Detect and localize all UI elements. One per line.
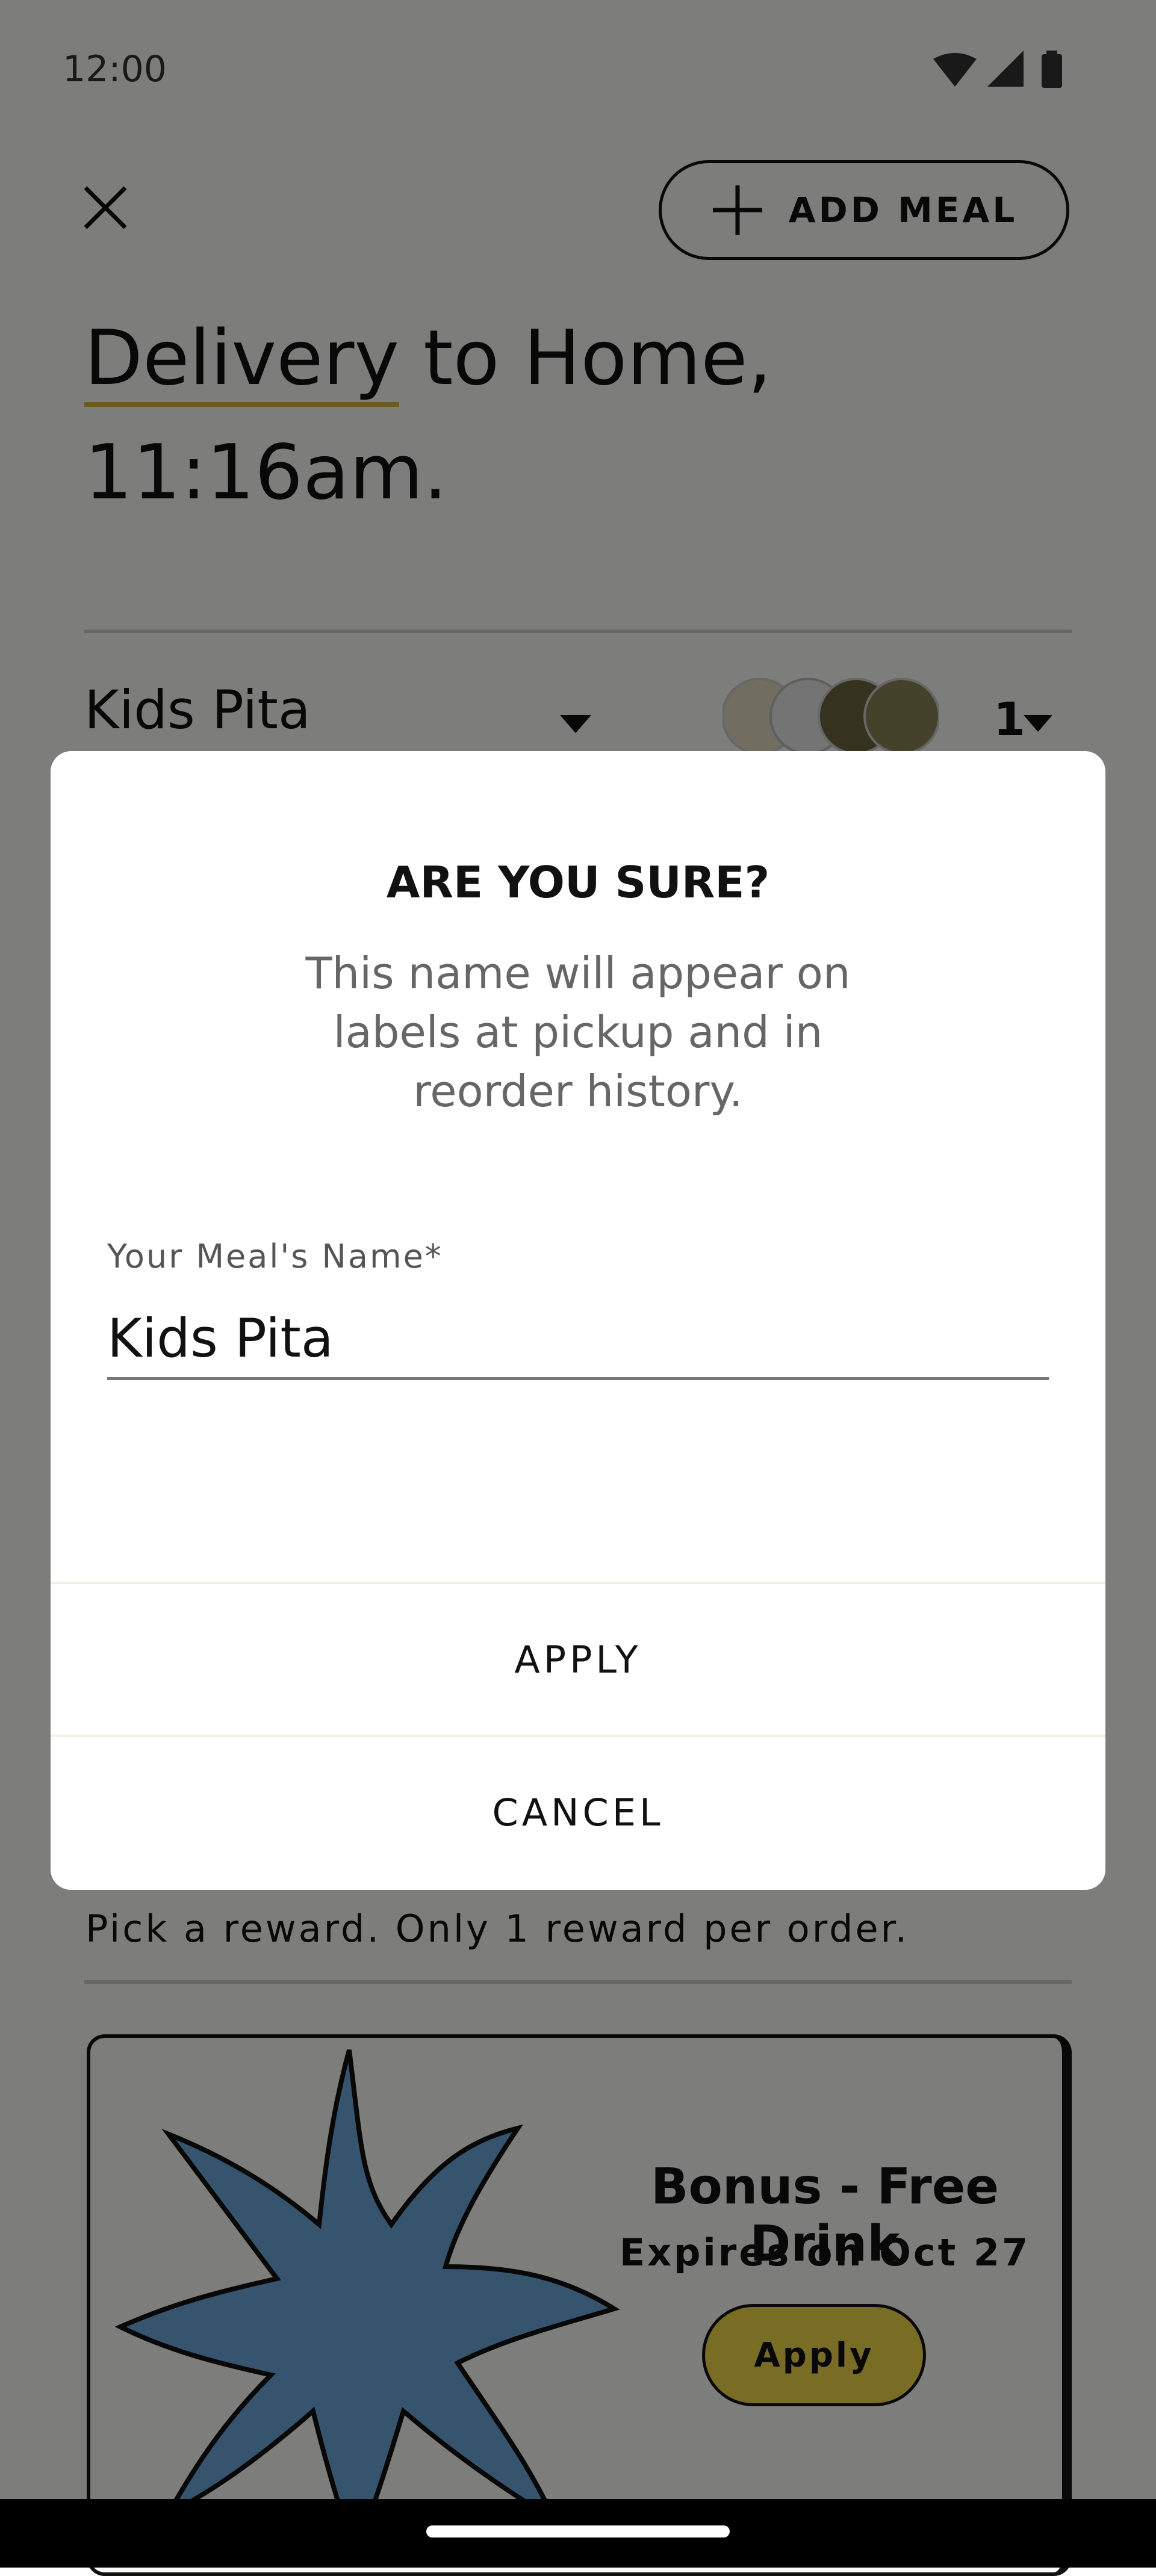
system-nav-bar [0,2499,1156,2568]
meal-name-label: Your Meal's Name* [107,1237,443,1275]
home-gesture-handle[interactable] [426,2525,730,2537]
cancel-button[interactable]: CANCEL [51,1737,1105,1887]
confirm-dialog: ARE YOU SURE? This name will appear on l… [51,751,1105,1890]
meal-name-input[interactable] [107,1299,1049,1380]
dialog-title: ARE YOU SURE? [386,857,770,908]
apply-button[interactable]: APPLY [51,1584,1105,1735]
dialog-message: This name will appear on labels at picku… [305,948,851,1116]
